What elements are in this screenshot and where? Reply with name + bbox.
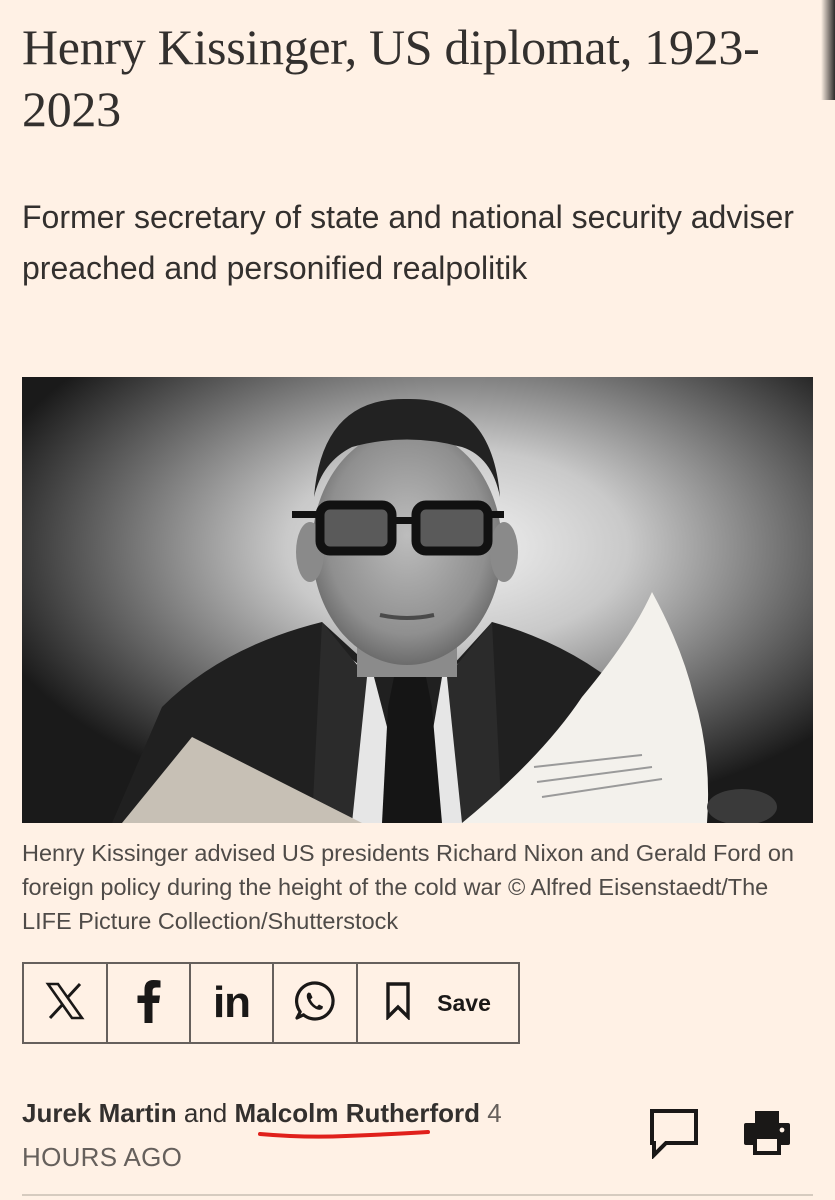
print-icon [744,1111,790,1155]
linkedin-icon: in [212,978,251,1027]
publish-time-unit: HOURS AGO [22,1142,183,1172]
share-x-button[interactable] [24,964,108,1042]
share-whatsapp-button[interactable] [274,964,358,1042]
publish-time-number: 4 [487,1098,502,1128]
comments-button[interactable] [648,1107,700,1160]
whatsapp-icon [294,980,336,1027]
article-main-photo [22,377,813,823]
article-headline: Henry Kissinger, US diplomat, 1923-2023 [22,19,760,137]
comment-icon [650,1109,698,1160]
image-caption: Henry Kissinger advised US presidents Ri… [22,840,794,934]
section-divider [22,1194,813,1196]
scroll-edge-shadow [821,0,835,100]
share-toolbar: in Save [22,962,520,1044]
author-link-jurek-martin[interactable]: Jurek Martin [22,1098,177,1128]
save-button[interactable]: Save [358,964,518,1042]
facebook-icon [136,979,162,1028]
red-underline-annotation [258,1130,430,1139]
share-facebook-button[interactable] [108,964,191,1042]
save-label: Save [437,989,491,1016]
byline-conjunction: and [183,1098,228,1128]
print-button[interactable] [742,1107,792,1157]
article-standfirst: Former secretary of state and national s… [22,199,794,286]
share-linkedin-button[interactable]: in [191,964,274,1042]
x-icon [44,980,86,1027]
author-link-malcolm-rutherford[interactable]: Malcolm Rutherford [234,1098,480,1128]
bookmark-icon [385,981,411,1025]
